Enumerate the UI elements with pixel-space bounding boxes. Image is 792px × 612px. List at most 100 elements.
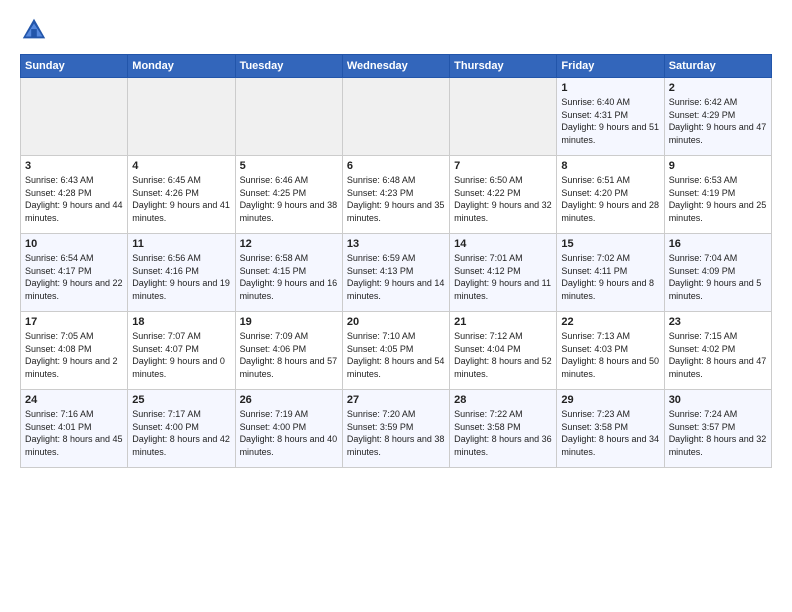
day-number: 14 xyxy=(454,238,552,250)
day-cell: 4Sunrise: 6:45 AMSunset: 4:26 PMDaylight… xyxy=(128,156,235,234)
day-number: 28 xyxy=(454,394,552,406)
header xyxy=(20,16,772,44)
day-info: Sunrise: 6:59 AMSunset: 4:13 PMDaylight:… xyxy=(347,252,445,302)
day-number: 10 xyxy=(25,238,123,250)
day-cell: 20 Sunrise: 7:10 AMSunset: 4:05 PMDayligh… xyxy=(342,312,449,390)
day-info: Sunrise: 7:24 AMSunset: 3:57 PMDaylight:… xyxy=(669,408,767,458)
day-cell: 30Sunrise: 7:24 AMSunset: 3:57 PMDayligh… xyxy=(664,390,771,468)
day-cell: 2 Sunrise: 6:42 AMSunset: 4:29 PMDaylight… xyxy=(664,78,771,156)
day-cell: 17Sunrise: 7:05 AMSunset: 4:08 PMDayligh… xyxy=(21,312,128,390)
day-cell: 29Sunrise: 7:23 AMSunset: 3:58 PMDayligh… xyxy=(557,390,664,468)
day-cell: 5 Sunrise: 6:46 AMSunset: 4:25 PMDaylight… xyxy=(235,156,342,234)
day-cell: 27 Sunrise: 7:20 AMSunset: 3:59 PMDayligh… xyxy=(342,390,449,468)
logo-icon xyxy=(20,16,48,44)
day-info: Sunrise: 6:46 AMSunset: 4:25 PMDaylight:… xyxy=(240,174,338,224)
day-info: Sunrise: 7:10 AMSunset: 4:05 PMDaylight:… xyxy=(347,330,445,380)
header-cell-saturday: Saturday xyxy=(664,55,771,78)
day-number: 5 xyxy=(240,160,338,172)
day-cell: 25 Sunrise: 7:17 AMSunset: 4:00 PMDayligh… xyxy=(128,390,235,468)
header-cell-tuesday: Tuesday xyxy=(235,55,342,78)
day-number: 1 xyxy=(561,82,659,94)
day-number: 6 xyxy=(347,160,445,172)
logo xyxy=(20,16,52,44)
day-cell: 28 Sunrise: 7:22 AMSunset: 3:58 PMDayligh… xyxy=(450,390,557,468)
day-number: 15 xyxy=(561,238,659,250)
day-info: Sunrise: 6:48 AMSunset: 4:23 PMDaylight:… xyxy=(347,174,445,224)
day-info: Sunrise: 6:56 AMSunset: 4:16 PMDaylight:… xyxy=(132,252,230,302)
day-cell: 14 Sunrise: 7:01 AMSunset: 4:12 PMDayligh… xyxy=(450,234,557,312)
day-number: 18 xyxy=(132,316,230,328)
day-number: 25 xyxy=(132,394,230,406)
day-number: 12 xyxy=(240,238,338,250)
day-info: Sunrise: 7:07 AMSunset: 4:07 PMDaylight:… xyxy=(132,330,230,380)
day-cell: 16 Sunrise: 7:04 AMSunset: 4:09 PMDayligh… xyxy=(664,234,771,312)
week-row-3: 10 Sunrise: 6:54 AMSunset: 4:17 PMDayligh… xyxy=(21,234,772,312)
day-info: Sunrise: 7:05 AMSunset: 4:08 PMDaylight:… xyxy=(25,330,123,380)
day-info: Sunrise: 7:22 AMSunset: 3:58 PMDaylight:… xyxy=(454,408,552,458)
day-info: Sunrise: 6:54 AMSunset: 4:17 PMDaylight:… xyxy=(25,252,123,302)
day-cell: 15 Sunrise: 7:02 AMSunset: 4:11 PMDayligh… xyxy=(557,234,664,312)
day-number: 13 xyxy=(347,238,445,250)
day-number: 20 xyxy=(347,316,445,328)
day-cell: 7Sunrise: 6:50 AMSunset: 4:22 PMDaylight… xyxy=(450,156,557,234)
day-number: 9 xyxy=(669,160,767,172)
day-info: Sunrise: 7:02 AMSunset: 4:11 PMDaylight:… xyxy=(561,252,659,302)
day-cell: 9 Sunrise: 6:53 AMSunset: 4:19 PMDaylight… xyxy=(664,156,771,234)
day-info: Sunrise: 6:53 AMSunset: 4:19 PMDaylight:… xyxy=(669,174,767,224)
day-number: 24 xyxy=(25,394,123,406)
day-cell xyxy=(342,78,449,156)
day-info: Sunrise: 7:19 AMSunset: 4:00 PMDaylight:… xyxy=(240,408,338,458)
day-info: Sunrise: 6:43 AMSunset: 4:28 PMDaylight:… xyxy=(25,174,123,224)
day-info: Sunrise: 6:42 AMSunset: 4:29 PMDaylight:… xyxy=(669,96,767,146)
day-cell: 3 Sunrise: 6:43 AMSunset: 4:28 PMDaylight… xyxy=(21,156,128,234)
day-cell xyxy=(450,78,557,156)
day-info: Sunrise: 6:51 AMSunset: 4:20 PMDaylight:… xyxy=(561,174,659,224)
day-cell: 13 Sunrise: 6:59 AMSunset: 4:13 PMDayligh… xyxy=(342,234,449,312)
day-cell: 24Sunrise: 7:16 AMSunset: 4:01 PMDayligh… xyxy=(21,390,128,468)
day-cell: 26Sunrise: 7:19 AMSunset: 4:00 PMDayligh… xyxy=(235,390,342,468)
day-info: Sunrise: 6:58 AMSunset: 4:15 PMDaylight:… xyxy=(240,252,338,302)
day-info: Sunrise: 7:12 AMSunset: 4:04 PMDaylight:… xyxy=(454,330,552,380)
day-number: 8 xyxy=(561,160,659,172)
day-info: Sunrise: 7:20 AMSunset: 3:59 PMDaylight:… xyxy=(347,408,445,458)
day-cell: 11 Sunrise: 6:56 AMSunset: 4:16 PMDayligh… xyxy=(128,234,235,312)
week-row-2: 3 Sunrise: 6:43 AMSunset: 4:28 PMDaylight… xyxy=(21,156,772,234)
day-cell: 21 Sunrise: 7:12 AMSunset: 4:04 PMDayligh… xyxy=(450,312,557,390)
day-cell: 12 Sunrise: 6:58 AMSunset: 4:15 PMDayligh… xyxy=(235,234,342,312)
week-row-4: 17Sunrise: 7:05 AMSunset: 4:08 PMDayligh… xyxy=(21,312,772,390)
day-number: 11 xyxy=(132,238,230,250)
calendar-table: SundayMondayTuesdayWednesdayThursdayFrid… xyxy=(20,54,772,468)
day-cell: 6 Sunrise: 6:48 AMSunset: 4:23 PMDaylight… xyxy=(342,156,449,234)
day-number: 3 xyxy=(25,160,123,172)
day-cell xyxy=(21,78,128,156)
day-cell xyxy=(128,78,235,156)
day-info: Sunrise: 7:23 AMSunset: 3:58 PMDaylight:… xyxy=(561,408,659,458)
day-info: Sunrise: 7:09 AMSunset: 4:06 PMDaylight:… xyxy=(240,330,338,380)
week-row-1: 1 Sunrise: 6:40 AMSunset: 4:31 PMDaylight… xyxy=(21,78,772,156)
day-info: Sunrise: 7:13 AMSunset: 4:03 PMDaylight:… xyxy=(561,330,659,380)
day-info: Sunrise: 7:15 AMSunset: 4:02 PMDaylight:… xyxy=(669,330,767,380)
day-cell: 1 Sunrise: 6:40 AMSunset: 4:31 PMDaylight… xyxy=(557,78,664,156)
day-cell: 23 Sunrise: 7:15 AMSunset: 4:02 PMDayligh… xyxy=(664,312,771,390)
page: SundayMondayTuesdayWednesdayThursdayFrid… xyxy=(0,0,792,612)
day-info: Sunrise: 7:04 AMSunset: 4:09 PMDaylight:… xyxy=(669,252,767,302)
day-number: 7 xyxy=(454,160,552,172)
day-number: 19 xyxy=(240,316,338,328)
day-cell xyxy=(235,78,342,156)
day-cell: 19 Sunrise: 7:09 AMSunset: 4:06 PMDayligh… xyxy=(235,312,342,390)
day-cell: 18 Sunrise: 7:07 AMSunset: 4:07 PMDayligh… xyxy=(128,312,235,390)
header-row: SundayMondayTuesdayWednesdayThursdayFrid… xyxy=(21,55,772,78)
day-number: 27 xyxy=(347,394,445,406)
header-cell-sunday: Sunday xyxy=(21,55,128,78)
day-info: Sunrise: 6:40 AMSunset: 4:31 PMDaylight:… xyxy=(561,96,659,146)
day-number: 2 xyxy=(669,82,767,94)
day-cell: 22Sunrise: 7:13 AMSunset: 4:03 PMDayligh… xyxy=(557,312,664,390)
header-cell-thursday: Thursday xyxy=(450,55,557,78)
day-number: 16 xyxy=(669,238,767,250)
day-cell: 8 Sunrise: 6:51 AMSunset: 4:20 PMDaylight… xyxy=(557,156,664,234)
day-info: Sunrise: 7:17 AMSunset: 4:00 PMDaylight:… xyxy=(132,408,230,458)
day-number: 23 xyxy=(669,316,767,328)
day-number: 21 xyxy=(454,316,552,328)
day-info: Sunrise: 7:01 AMSunset: 4:12 PMDaylight:… xyxy=(454,252,552,302)
header-cell-wednesday: Wednesday xyxy=(342,55,449,78)
